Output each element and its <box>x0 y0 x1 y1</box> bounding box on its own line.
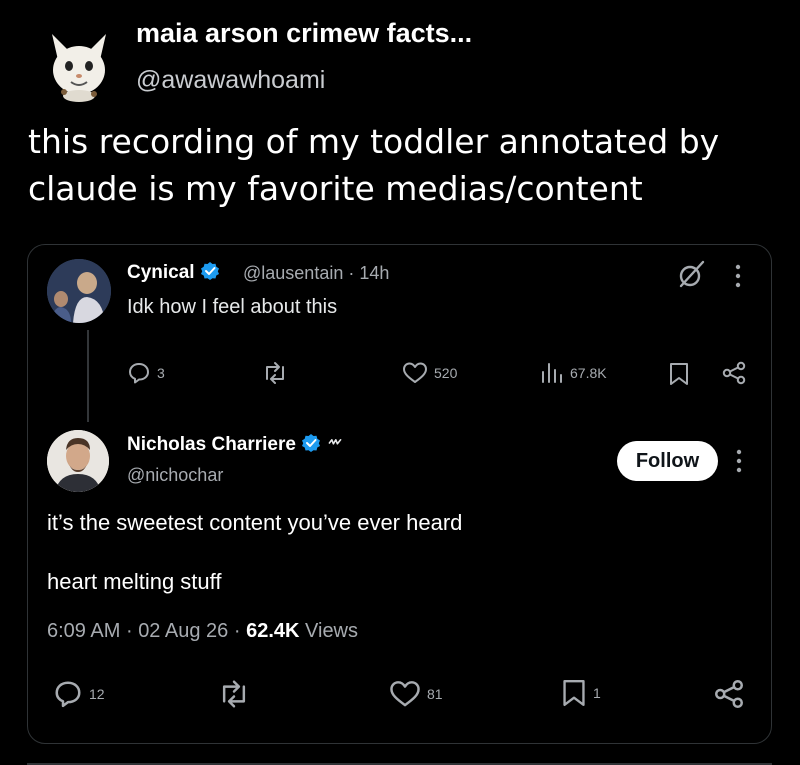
reply-count: 12 <box>89 686 105 702</box>
photo-avatar-icon <box>47 259 111 323</box>
reply-handle[interactable]: @nichochar <box>127 465 223 486</box>
quoted-thread-card[interactable] <box>27 244 772 744</box>
cat-avatar-icon <box>52 34 106 102</box>
thread-connector-line <box>87 330 89 422</box>
heart-icon <box>390 681 420 707</box>
views-label: Views <box>305 620 359 642</box>
separator-dot: · <box>233 620 241 642</box>
post-time[interactable]: 6:09 AM <box>47 620 120 642</box>
photo-avatar-icon <box>47 430 109 492</box>
verified-badge-icon <box>302 434 321 452</box>
outer-display-name[interactable]: maia arson crimew facts... <box>136 18 472 49</box>
separator-dot: · <box>125 620 133 642</box>
quoted-post-text: Idk how I feel about this <box>127 296 338 318</box>
quoted-handle[interactable]: @lausentain <box>243 263 343 283</box>
bookmark-button[interactable] <box>668 361 690 392</box>
separator-dot: · <box>348 263 355 283</box>
like-count: 81 <box>427 686 443 702</box>
more-options-icon[interactable] <box>733 262 743 290</box>
reply-text-line: heart melting stuff <box>47 569 222 594</box>
share-button[interactable] <box>722 361 746 390</box>
quoted-time[interactable]: 14h <box>359 263 389 283</box>
quoted-display-name[interactable]: Cynical <box>127 262 195 283</box>
avatar[interactable] <box>46 30 112 102</box>
bookmark-button[interactable]: 1 <box>561 677 601 709</box>
follow-button[interactable]: Follow <box>617 441 718 481</box>
heart-icon <box>403 362 427 383</box>
reply-button[interactable]: 12 <box>53 679 105 709</box>
analytics-icon <box>542 363 562 383</box>
more-options-icon[interactable] <box>734 447 744 475</box>
reply-icon <box>129 363 149 384</box>
reply-count: 3 <box>157 365 165 381</box>
affiliate-badge-icon[interactable] <box>327 435 343 451</box>
reply-icon <box>55 681 81 708</box>
post-date[interactable]: 02 Aug 26 <box>138 620 228 642</box>
avatar[interactable] <box>47 259 111 323</box>
repost-icon <box>266 362 284 384</box>
share-icon <box>714 679 744 709</box>
verified-badge-icon <box>200 262 219 280</box>
post-metadata: 6:09 AM · 02 Aug 26 · 62.4K Views <box>47 620 358 643</box>
share-button[interactable] <box>714 679 744 714</box>
repost-button[interactable] <box>218 679 250 709</box>
like-button[interactable]: 520 <box>402 361 457 385</box>
reply-button[interactable]: 3 <box>127 361 165 385</box>
bookmark-icon <box>670 363 688 385</box>
share-icon <box>722 361 746 385</box>
bookmark-count: 1 <box>593 685 601 701</box>
bookmark-icon <box>563 680 585 706</box>
like-button[interactable]: 81 <box>389 679 443 709</box>
views-button[interactable]: 67.8K <box>540 361 607 385</box>
outer-post-text: this recording of my toddler annotated b… <box>28 122 720 208</box>
outer-handle[interactable]: @awawawhoami <box>136 66 325 95</box>
like-count: 520 <box>434 365 458 381</box>
avatar[interactable] <box>47 430 109 492</box>
repost-button[interactable] <box>262 361 288 385</box>
repost-icon <box>222 680 246 708</box>
reply-display-name[interactable]: Nicholas Charriere <box>127 434 296 455</box>
reply-text-line: it’s the sweetest content you’ve ever he… <box>47 510 463 535</box>
views-count: 62.4K <box>246 620 300 642</box>
views-count: 67.8K <box>570 365 607 381</box>
grok-icon[interactable] <box>676 258 708 290</box>
